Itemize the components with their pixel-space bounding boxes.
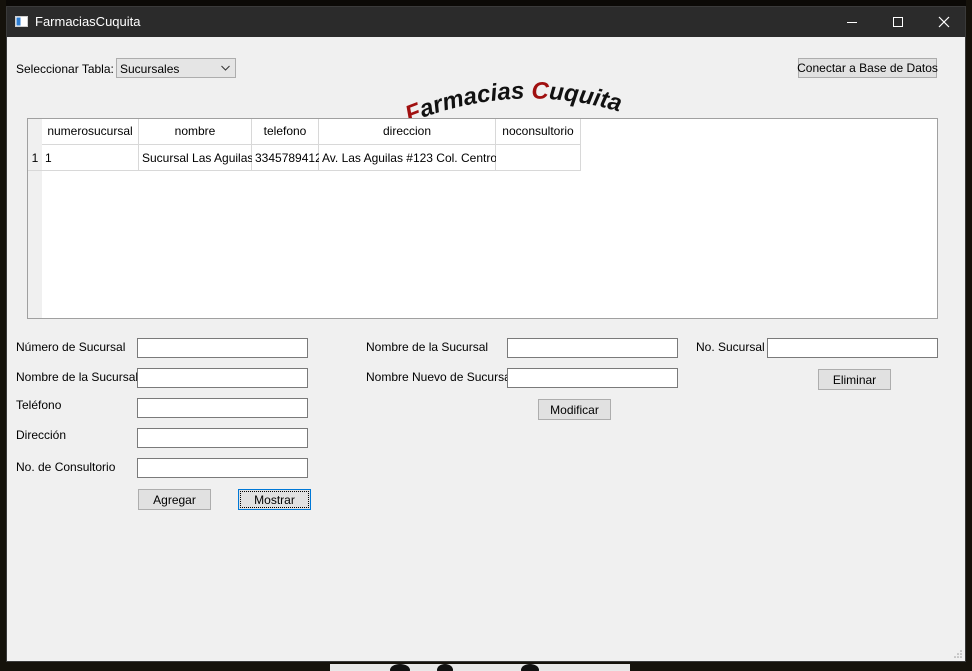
consultorio-label: No. de Consultorio [16, 460, 116, 474]
logo-letter-c: C [531, 77, 550, 105]
column-header-noconsultorio[interactable]: noconsultorio [496, 119, 581, 145]
numero-sucursal-label: Número de Sucursal [16, 340, 126, 354]
desktop-wallpaper-decoration [330, 664, 630, 671]
modify-nombre-input[interactable] [507, 338, 678, 358]
desktop-background-right [966, 0, 972, 671]
close-button[interactable] [921, 7, 967, 37]
numero-sucursal-input[interactable] [137, 338, 308, 358]
nombre-sucursal-input[interactable] [137, 368, 308, 388]
chevron-down-icon [221, 65, 230, 71]
app-icon [15, 16, 28, 27]
svg-text:Farmacias Cuquita: Farmacias Cuquita [402, 77, 625, 123]
direccion-label: Dirección [16, 428, 67, 442]
modify-nombre-label: Nombre de la Sucursal [366, 340, 489, 354]
column-header-telefono[interactable]: telefono [252, 119, 319, 145]
modify-nuevo-input[interactable] [507, 368, 678, 388]
modify-button[interactable]: Modificar [538, 399, 611, 420]
cell-nombre[interactable]: Sucursal Las Aguilas [139, 145, 253, 171]
logo-word-uquita: uquita [548, 78, 625, 117]
table-select-value: Sucursales [120, 62, 180, 76]
resize-grip-icon[interactable] [953, 649, 963, 659]
data-table[interactable]: numerosucursal nombre telefono direccion… [27, 118, 938, 319]
connect-database-button[interactable]: Conectar a Base de Datos [797, 58, 938, 78]
telefono-input[interactable] [137, 398, 308, 418]
maximize-button[interactable] [875, 7, 921, 37]
cell-telefono[interactable]: 3345789412 [252, 145, 322, 171]
show-button[interactable]: Mostrar [238, 489, 311, 510]
nombre-sucursal-label: Nombre de la Sucursal [16, 370, 139, 384]
window-title: FarmaciasCuquita [35, 14, 141, 29]
direccion-input[interactable] [137, 428, 308, 448]
delete-sucursal-input[interactable] [767, 338, 938, 358]
minimize-icon [847, 22, 857, 23]
table-select-combobox[interactable]: Sucursales [116, 58, 236, 78]
cell-direccion[interactable]: Av. Las Aguilas #123 Col. Centro [319, 145, 497, 171]
column-header-numerosucursal[interactable]: numerosucursal [42, 119, 139, 145]
close-icon [938, 16, 950, 28]
column-header-nombre[interactable]: nombre [139, 119, 252, 145]
maximize-icon [893, 17, 903, 27]
modify-nuevo-label: Nombre Nuevo de Sucursal [366, 370, 514, 384]
minimize-button[interactable] [829, 7, 875, 37]
delete-button[interactable]: Eliminar [818, 369, 891, 390]
cell-noconsultorio[interactable] [496, 145, 581, 171]
logo-word-armacias: armacias [416, 77, 531, 123]
title-bar[interactable]: FarmaciasCuquita [7, 7, 965, 37]
delete-sucursal-label: No. Sucursal [696, 340, 765, 354]
add-button[interactable]: Agregar [138, 489, 211, 510]
select-table-label: Seleccionar Tabla: [16, 62, 114, 76]
main-content: Seleccionar Tabla: Sucursales Conectar a… [7, 37, 965, 661]
farmacias-cuquita-logo: Farmacias Cuquita [402, 77, 625, 123]
app-window: FarmaciasCuquita Seleccionar Tabla: Sucu… [6, 6, 966, 662]
row-number[interactable]: 1 [28, 145, 42, 171]
telefono-label: Teléfono [16, 398, 62, 412]
column-header-direccion[interactable]: direccion [319, 119, 496, 145]
consultorio-input[interactable] [137, 458, 308, 478]
cell-numerosucursal[interactable]: 1 [42, 145, 139, 171]
